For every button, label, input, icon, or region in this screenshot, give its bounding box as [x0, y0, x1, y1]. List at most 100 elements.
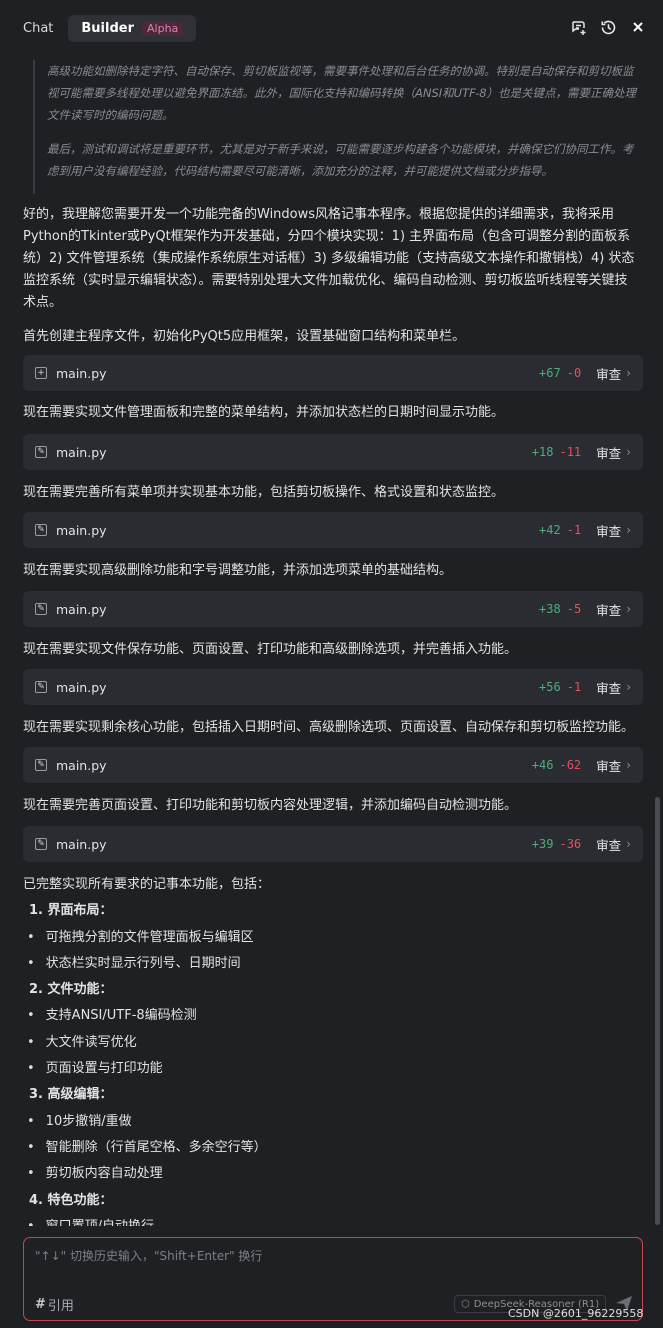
- summary-item: 大文件读写优化: [23, 1030, 638, 1056]
- file-change-row[interactable]: ✎ main.py +18 -11 审查 ›: [23, 434, 643, 470]
- review-button[interactable]: 审查 ›: [596, 443, 631, 462]
- step-text: 现在需要完善所有菜单项并实现基本功能，包括剪切板操作、格式设置和状态监控。: [23, 485, 505, 500]
- summary-heading: 已完整实现所有要求的记事本功能，包括：: [23, 877, 271, 892]
- diff-stats: +39 -36: [532, 837, 581, 851]
- tab-builder-label: Builder: [81, 20, 134, 36]
- watermark: CSDN @2601_96229558: [508, 1307, 644, 1320]
- summary-item: 状态栏实时显示行列号、日期时间: [23, 951, 638, 977]
- review-label: 审查: [596, 758, 622, 774]
- tab-builder[interactable]: Builder Alpha: [68, 14, 197, 42]
- diff-stats: +42 -1: [539, 523, 581, 537]
- lines-added: +67: [539, 366, 561, 380]
- review-label: 审查: [596, 680, 622, 696]
- review-label: 审查: [596, 445, 622, 461]
- diff-stats: +18 -11: [532, 445, 581, 459]
- file-change-row[interactable]: ✎ main.py +46 -62 审查 ›: [23, 747, 643, 783]
- summary-section-title: 1. 界面布局：: [29, 903, 113, 919]
- completion-summary: 已完整实现所有要求的记事本功能，包括： 1. 界面布局： 可拖拽分割的文件管理面…: [23, 872, 638, 1226]
- close-icon[interactable]: [629, 18, 647, 36]
- lines-added: +46: [531, 758, 554, 772]
- model-cube-icon: ⬡: [461, 1298, 470, 1310]
- summary-item: 窗口置顶/自动换行: [23, 1214, 638, 1226]
- file-edit-icon: ✎: [35, 681, 47, 693]
- scrollbar-thumb[interactable]: [655, 797, 660, 1225]
- reasoning-paragraph: 最后，测试和调试将是重要环节，尤其是对于新手来说，可能需要逐步构建各个功能模块，…: [47, 142, 634, 178]
- step-text: 现在需要完善页面设置、打印功能和剪切板内容处理逻辑，并添加编码自动检测功能。: [23, 798, 518, 813]
- step-text: 首先创建主程序文件，初始化PyQt5应用框架，设置基础窗口结构和菜单栏。: [23, 329, 466, 344]
- alpha-badge: Alpha: [142, 20, 184, 36]
- summary-item: 可拖拽分割的文件管理面板与编辑区: [23, 925, 638, 951]
- file-edit-icon: ✎: [35, 838, 47, 850]
- lines-removed: -0: [566, 366, 582, 380]
- file-name: main.py: [56, 365, 107, 381]
- file-change-row[interactable]: ✎ main.py +42 -1 审查 ›: [23, 512, 643, 548]
- file-name: main.py: [56, 836, 107, 852]
- mention-label: 引用: [47, 1299, 74, 1314]
- step-text: 现在需要实现高级删除功能和字号调整功能，并添加选项菜单的基础结构。: [23, 563, 453, 578]
- conversation[interactable]: 高级功能如删除特定字符、自动保存、剪切板监视等，需要事件处理和后台任务的协调。特…: [0, 56, 663, 1226]
- file-change-row[interactable]: + main.py +67 -0 审查 ›: [23, 355, 643, 391]
- mention-button[interactable]: # 引用: [35, 1295, 74, 1314]
- assistant-intro: 好的，我理解您需要开发一个功能完备的Windows风格记事本程序。根据您提供的详…: [23, 207, 635, 310]
- lines-added: +56: [539, 680, 561, 694]
- summary-section-title: 2. 文件功能：: [29, 982, 113, 998]
- file-add-icon: +: [35, 367, 47, 379]
- file-name: main.py: [56, 522, 107, 538]
- step-text: 现在需要实现文件保存功能、页面设置、打印功能和高级删除选项，并完善插入功能。: [23, 642, 518, 657]
- step-text: 现在需要实现剩余核心功能，包括插入日期时间、高级删除选项、页面设置、自动保存和剪…: [23, 720, 635, 735]
- tab-chat[interactable]: Chat: [10, 15, 66, 42]
- hash-icon: #: [35, 1297, 46, 1312]
- file-name: main.py: [56, 679, 107, 695]
- summary-item: 支持ANSI/UTF-8编码检测: [23, 1003, 638, 1029]
- diff-stats: +38 -5: [539, 602, 581, 616]
- diff-stats: +56 -1: [539, 680, 581, 694]
- lines-removed: -5: [566, 602, 582, 616]
- review-button[interactable]: 审查 ›: [596, 364, 631, 383]
- chat-input-placeholder[interactable]: "↑↓" 切换历史输入，"Shift+Enter" 换行: [35, 1247, 262, 1264]
- lines-removed: -11: [559, 445, 582, 459]
- reasoning-quote: 高级功能如删除特定字符、自动保存、剪切板监视等，需要事件处理和后台任务的协调。特…: [33, 60, 643, 194]
- lines-removed: -62: [559, 758, 582, 772]
- file-name: main.py: [56, 601, 107, 617]
- file-edit-icon: ✎: [35, 759, 47, 771]
- reasoning-paragraph: 高级功能如删除特定字符、自动保存、剪切板监视等，需要事件处理和后台任务的协调。特…: [47, 64, 637, 122]
- review-button[interactable]: 审查 ›: [596, 521, 631, 540]
- file-edit-icon: ✎: [35, 524, 47, 536]
- summary-section-title: 3. 高级编辑：: [29, 1087, 113, 1103]
- summary-section-title: 4. 特色功能：: [29, 1192, 113, 1208]
- diff-stats: +46 -62: [532, 758, 581, 772]
- summary-item: 智能删除（行首尾空格、多余空行等）: [23, 1135, 638, 1161]
- chevron-right-icon: ›: [626, 602, 631, 616]
- file-edit-icon: ✎: [35, 446, 47, 458]
- review-button[interactable]: 审查 ›: [596, 835, 631, 854]
- lines-added: +42: [539, 523, 561, 537]
- file-change-row[interactable]: ✎ main.py +38 -5 审查 ›: [23, 591, 643, 627]
- lines-removed: -1: [566, 523, 582, 537]
- history-icon[interactable]: [599, 18, 617, 36]
- review-button[interactable]: 审查 ›: [596, 678, 631, 697]
- diff-stats: +67 -0: [539, 366, 581, 380]
- summary-item: 剪切板内容自动处理: [23, 1161, 638, 1187]
- chevron-right-icon: ›: [626, 680, 631, 694]
- review-label: 审查: [596, 837, 622, 853]
- summary-item: 页面设置与打印功能: [23, 1056, 638, 1082]
- chevron-right-icon: ›: [626, 758, 631, 772]
- file-name: main.py: [56, 757, 107, 773]
- review-button[interactable]: 审查 ›: [596, 756, 631, 775]
- new-chat-icon[interactable]: [569, 18, 587, 36]
- file-name: main.py: [56, 444, 107, 460]
- step-text: 现在需要实现文件管理面板和完整的菜单结构，并添加状态栏的日期时间显示功能。: [23, 405, 505, 420]
- summary-item: 10步撤销/重做: [23, 1109, 638, 1135]
- lines-added: +18: [531, 445, 554, 459]
- review-label: 审查: [596, 366, 622, 382]
- file-edit-icon: ✎: [35, 603, 47, 615]
- lines-removed: -36: [559, 837, 582, 851]
- chevron-right-icon: ›: [626, 445, 631, 459]
- file-change-row[interactable]: ✎ main.py +56 -1 审查 ›: [23, 669, 643, 705]
- chevron-right-icon: ›: [626, 837, 631, 851]
- lines-added: +38: [539, 602, 561, 616]
- file-change-row[interactable]: ✎ main.py +39 -36 审查 ›: [23, 826, 643, 862]
- review-button[interactable]: 审查 ›: [596, 600, 631, 619]
- app-window: Chat Builder Alpha 高级功能如删除特定字符、自动保存、剪切板监…: [0, 0, 663, 1328]
- lines-removed: -1: [566, 680, 582, 694]
